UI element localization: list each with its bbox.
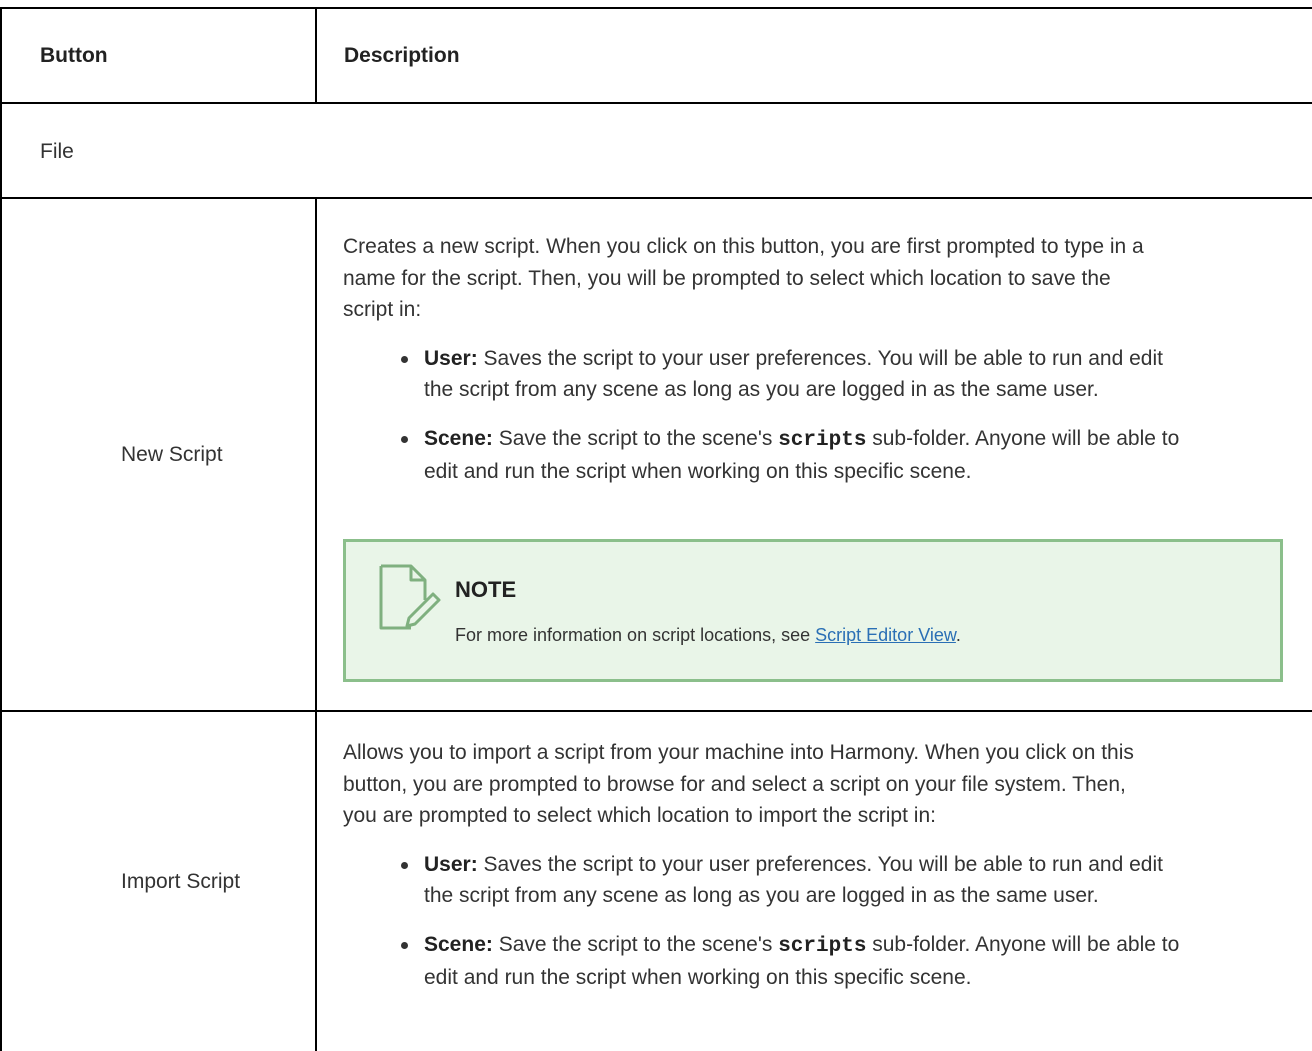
bullet-text: Save the script to the scene's (492, 932, 779, 956)
note-edit-icon (379, 564, 441, 630)
code-scripts: scripts (778, 428, 867, 452)
intro-line: Creates a new script. When you click on … (343, 235, 1144, 258)
bullet-term: User: (424, 852, 478, 876)
bullet-text: edit and run the script when working on … (424, 460, 972, 483)
note-text: For more information on script locations… (455, 625, 961, 646)
code-scripts: scripts (778, 934, 867, 958)
note-body-end: . (955, 625, 961, 645)
bullet-icon (401, 435, 408, 443)
bullet-term: User: (424, 346, 478, 370)
bullet-text: Saves the script to your user preference… (477, 852, 1163, 876)
location-list: User: Saves the script to your user pref… (343, 849, 1293, 994)
bullet-text: edit and run the script when working on … (424, 966, 972, 989)
list-item: Scene: Save the script to the scene's sc… (343, 423, 1293, 488)
bullet-icon (401, 861, 408, 869)
description-import-script: Allows you to import a script from your … (343, 737, 1293, 994)
description-new-script: Creates a new script. When you click on … (343, 231, 1293, 488)
bullet-icon (401, 941, 408, 949)
intro-line: Allows you to import a script from your … (343, 741, 1134, 764)
bullet-term: Scene: (424, 932, 493, 956)
script-editor-view-link[interactable]: Script Editor View (815, 625, 956, 645)
bullet-term: Scene: (424, 426, 493, 450)
note-box: NOTE For more information on script loca… (343, 539, 1283, 682)
list-item: User: Saves the script to your user pref… (343, 849, 1293, 912)
location-list: User: Saves the script to your user pref… (343, 343, 1293, 488)
section-label: File (40, 140, 74, 163)
bullet-text: the script from any scene as long as you… (424, 378, 1099, 401)
intro-line: name for the script. Then, you will be p… (343, 266, 1111, 290)
intro-line: you are prompted to select which locatio… (343, 804, 936, 827)
button-name: Import Script (121, 869, 241, 893)
note-title: NOTE (455, 577, 517, 602)
list-item: User: Saves the script to your user pref… (343, 343, 1293, 406)
header-button: Button (40, 44, 108, 67)
header-row: Button Description (0, 9, 1312, 102)
header-description: Description (344, 44, 460, 67)
section-row-file: File (0, 104, 1312, 197)
bullet-icon (401, 355, 408, 363)
note-body: For more information on script locations… (455, 625, 816, 645)
bullet-text: Saves the script to your user preference… (477, 346, 1163, 370)
bullet-text: the script from any scene as long as you… (424, 884, 1099, 907)
bullet-text: sub-folder. Anyone will be able to (866, 932, 1180, 956)
bullet-text: sub-folder. Anyone will be able to (866, 426, 1180, 450)
bullet-text: Save the script to the scene's (492, 426, 779, 450)
list-item: Scene: Save the script to the scene's sc… (343, 929, 1293, 994)
intro-line: button, you are prompted to browse for a… (343, 772, 1126, 796)
button-name: New Script (121, 442, 223, 466)
intro-line: script in: (343, 298, 422, 321)
